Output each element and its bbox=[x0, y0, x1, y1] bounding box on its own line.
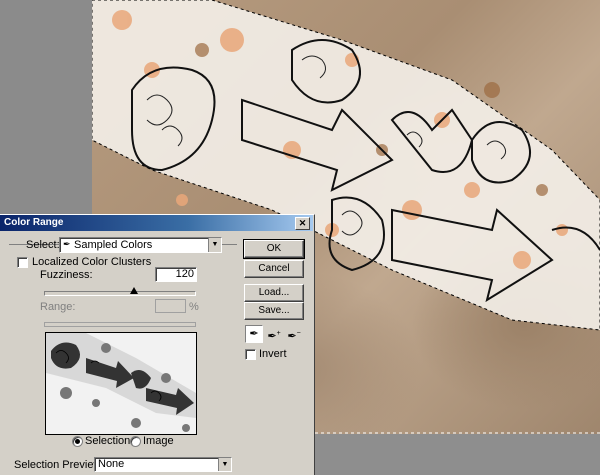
close-button[interactable]: ✕ bbox=[295, 217, 310, 230]
range-unit: % bbox=[189, 301, 199, 313]
invert-checkbox[interactable] bbox=[245, 349, 256, 360]
selection-preview-dropdown[interactable]: None ▼ bbox=[94, 457, 232, 472]
invert-label: Invert bbox=[259, 348, 287, 360]
select-value: Sampled Colors bbox=[74, 239, 153, 251]
fuzziness-slider-thumb[interactable] bbox=[130, 287, 138, 294]
fuzziness-input[interactable]: 120 bbox=[155, 267, 197, 282]
selection-preview-label: Selection Preview: bbox=[14, 459, 105, 471]
selection-radio-label: Selection bbox=[85, 435, 131, 447]
range-label: Range: bbox=[40, 301, 76, 313]
image-radio[interactable] bbox=[130, 436, 141, 447]
close-icon: ✕ bbox=[298, 218, 307, 228]
eyedropper-icon[interactable]: ✒ bbox=[245, 325, 263, 343]
image-radio-label: Image bbox=[143, 435, 174, 447]
workspace-background bbox=[0, 0, 92, 215]
selection-mask-thumbnail bbox=[46, 333, 196, 434]
select-label: Select: bbox=[26, 239, 60, 251]
range-input[interactable] bbox=[155, 299, 186, 313]
eyedropper-minus-icon[interactable]: ✒− bbox=[285, 325, 303, 343]
selection-radio[interactable] bbox=[72, 436, 83, 447]
localized-clusters-label: Localized Color Clusters bbox=[32, 256, 152, 268]
save-button[interactable]: Save... bbox=[244, 302, 304, 320]
eyedropper-icon: ✒ bbox=[63, 239, 71, 249]
color-range-dialog: Color Range ✕ Select: ✒ Sampled Colors ▼… bbox=[0, 214, 315, 475]
eyedropper-plus-icon[interactable]: ✒+ bbox=[265, 325, 283, 343]
cancel-button[interactable]: Cancel bbox=[244, 260, 304, 278]
chevron-down-icon: ▼ bbox=[208, 238, 221, 252]
localized-clusters-checkbox[interactable] bbox=[17, 257, 28, 268]
load-button[interactable]: Load... bbox=[244, 284, 304, 302]
select-dropdown[interactable]: ✒ Sampled Colors ▼ bbox=[59, 237, 222, 253]
dialog-titlebar[interactable]: Color Range ✕ bbox=[0, 215, 313, 231]
chevron-down-icon: ▼ bbox=[218, 458, 231, 471]
fuzziness-slider[interactable] bbox=[44, 291, 196, 296]
selection-preview-value: None bbox=[98, 458, 125, 470]
fuzziness-value: 120 bbox=[175, 268, 194, 280]
range-slider[interactable] bbox=[44, 322, 196, 327]
dialog-title: Color Range bbox=[4, 217, 64, 228]
fuzziness-label: Fuzziness: bbox=[40, 269, 93, 281]
selection-preview-image bbox=[45, 332, 197, 435]
ok-button[interactable]: OK bbox=[243, 239, 305, 259]
